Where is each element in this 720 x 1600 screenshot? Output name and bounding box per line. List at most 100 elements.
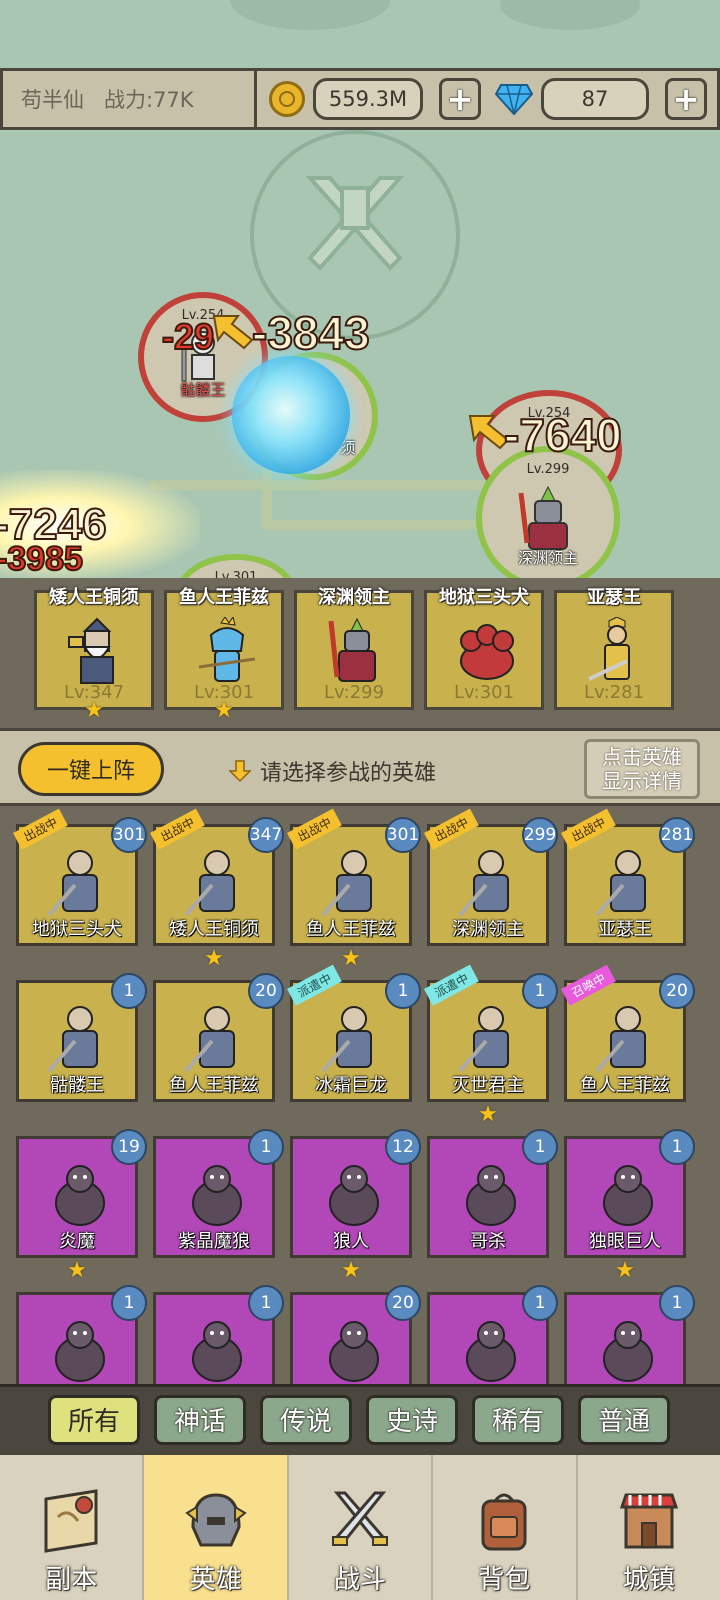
hero-status-tag: 召唤中 (561, 964, 616, 1006)
hero-card[interactable]: 出战中 301 鱼人王菲兹 (287, 808, 421, 946)
player-name: 苟半仙 (21, 88, 84, 112)
hero-portrait-icon (184, 850, 235, 917)
filter-common[interactable]: 普通 (578, 1394, 670, 1445)
hero-portrait-icon (55, 1321, 105, 1382)
hero-level-badge: 20 (248, 973, 284, 1009)
nav-label: 城镇 (622, 1565, 675, 1595)
hero-card[interactable]: 1 (153, 1285, 284, 1384)
shield-effect (232, 356, 350, 474)
map-terrain (500, 0, 640, 30)
star-icon: ★ (204, 946, 224, 971)
hero-card[interactable]: 1 哥杀 (427, 1129, 558, 1258)
star-icon: ★ (478, 1102, 498, 1127)
auto-deploy-button[interactable]: 一键上阵 (18, 742, 164, 796)
lineup-slot[interactable]: 地狱三头犬 Lv:301 (424, 587, 544, 710)
hero-level-badge: 1 (248, 1285, 284, 1321)
damage-number: -3843 (251, 306, 371, 360)
nav-label: 副本 (45, 1565, 98, 1595)
player-info[interactable]: 苟半仙 战力:77K (3, 71, 257, 127)
nav-dungeon[interactable]: 副本 (0, 1455, 145, 1600)
nav-battle[interactable]: 战斗 (289, 1455, 434, 1600)
hero-name: 矮人王铜须 (169, 919, 259, 940)
hero-card[interactable]: 出战中 281 亚瑟王 (561, 808, 695, 946)
hero-level-badge: 20 (385, 1285, 421, 1321)
lineup-hero-name: 矮人王铜须 (49, 587, 139, 608)
filter-all[interactable]: 所有 (48, 1394, 140, 1445)
hero-card[interactable]: 1 骷髅王 (16, 973, 147, 1102)
hero-level-badge: 1 (111, 1285, 147, 1321)
hero-name: 亚瑟王 (598, 919, 652, 940)
hero-card[interactable]: 20 鱼人王菲兹 (153, 973, 284, 1102)
show-details-button[interactable]: 点击英雄显示详情 (584, 739, 700, 799)
hero-level-badge: 12 (385, 1129, 421, 1165)
arrow-down-icon (228, 760, 252, 783)
hero-card[interactable]: 1 紫晶魔狼 (153, 1129, 284, 1258)
hero-name: 炎魔 (59, 1231, 95, 1252)
filter-mythic[interactable]: 神话 (154, 1394, 246, 1445)
lineup-slot[interactable]: 矮人王铜须 Lv:347 (34, 587, 154, 710)
map-path (262, 520, 492, 530)
hero-level-badge: 281 (659, 817, 695, 853)
lineup-slot[interactable]: 鱼人王菲兹 Lv:301 (164, 587, 284, 710)
filter-rare[interactable]: 稀有 (472, 1394, 564, 1445)
hero-name: 骷髅王 (50, 1075, 104, 1096)
hero-level-badge: 1 (522, 973, 558, 1009)
hero-card[interactable]: 派遣中 1 冰霜巨龙 (287, 964, 421, 1102)
hellhound-portrait-icon (460, 624, 514, 680)
unit-name: 深渊领主 (517, 549, 578, 567)
rarity-filter-bar: 所有 神话 传说 史诗 稀有 普通 (0, 1384, 720, 1452)
hero-card[interactable]: 出战中 301 地狱三头犬 (13, 808, 147, 946)
hero-level-badge: 1 (659, 1129, 695, 1165)
hero-card[interactable]: 1 (16, 1285, 147, 1384)
hero-card[interactable]: 1 (427, 1285, 558, 1384)
nav-backpack[interactable]: 背包 (433, 1455, 578, 1600)
helmet-icon (184, 1493, 247, 1547)
hero-card[interactable]: 12 狼人 (290, 1129, 421, 1258)
hero-portrait-icon (192, 1165, 242, 1226)
star-icon: ★ (84, 698, 104, 723)
hero-level-badge: 1 (522, 1285, 558, 1321)
hero-portrait-icon (595, 1006, 646, 1073)
fish-king-portrait-icon (198, 617, 256, 682)
hero-card[interactable]: 出战中 347 矮人王铜须 (150, 808, 284, 946)
filter-epic[interactable]: 史诗 (366, 1394, 458, 1445)
hint-text: 请选择参战的英雄 (260, 761, 437, 786)
lineup-slot[interactable]: 亚瑟王 Lv:281 (554, 587, 674, 710)
nav-town[interactable]: 城镇 (578, 1455, 720, 1600)
hero-portrait-icon (595, 850, 646, 917)
hero-name: 鱼人王菲兹 (580, 1075, 670, 1096)
filter-legendary[interactable]: 传说 (260, 1394, 352, 1445)
hero-portrait-icon (603, 1165, 653, 1226)
hero-portrait-icon (329, 1321, 379, 1382)
hero-card[interactable]: 出战中 299 深渊领主 (424, 808, 558, 946)
add-gems-button[interactable]: + (665, 78, 707, 120)
lineup-hero-level: Lv:281 (583, 682, 645, 703)
lineup-hero-name: 深渊领主 (318, 587, 390, 608)
crossed-swords-icon (332, 1491, 389, 1546)
ally-unit[interactable]: Lv.299 深渊领主 (476, 446, 620, 590)
hero-name: 鱼人王菲兹 (169, 1075, 259, 1096)
blue-diamond-icon (495, 84, 533, 115)
hero-name: 鱼人王菲兹 (306, 919, 396, 940)
town-shop-icon (619, 1493, 678, 1549)
hero-level-badge: 347 (248, 817, 284, 853)
hero-card[interactable]: 20 (290, 1285, 421, 1384)
hero-card[interactable]: 1 独眼巨人 (564, 1129, 695, 1258)
lineup-hero-name: 鱼人王菲兹 (179, 587, 269, 608)
hero-name: 狼人 (333, 1231, 369, 1252)
add-coins-button[interactable]: + (439, 78, 481, 120)
nav-label: 背包 (478, 1565, 531, 1595)
hero-card[interactable]: 1 (564, 1285, 695, 1384)
nav-heroes[interactable]: 英雄 (144, 1455, 289, 1600)
hero-portrait-icon (466, 1165, 516, 1226)
dwarf-king-portrait-icon (68, 617, 114, 684)
show-details-label: 点击英雄显示详情 (602, 745, 682, 793)
hero-card[interactable]: 派遣中 1 灭世君主 (424, 964, 558, 1102)
hero-card[interactable]: 召唤中 20 鱼人王菲兹 (561, 964, 695, 1102)
lineup-slot[interactable]: 深渊领主 Lv:299 (294, 587, 414, 710)
backpack-icon (481, 1493, 527, 1551)
hero-card[interactable]: 19 炎魔 (16, 1129, 147, 1258)
gem-resource: 87 + (495, 78, 707, 120)
hero-grid: 出战中 301 地狱三头犬 出战中 347 矮人王铜须 ★ 出战中 301 鱼人王菲兹 ★ 出战中 29… (0, 806, 720, 1384)
abyss-lord-portrait-icon (518, 485, 568, 550)
